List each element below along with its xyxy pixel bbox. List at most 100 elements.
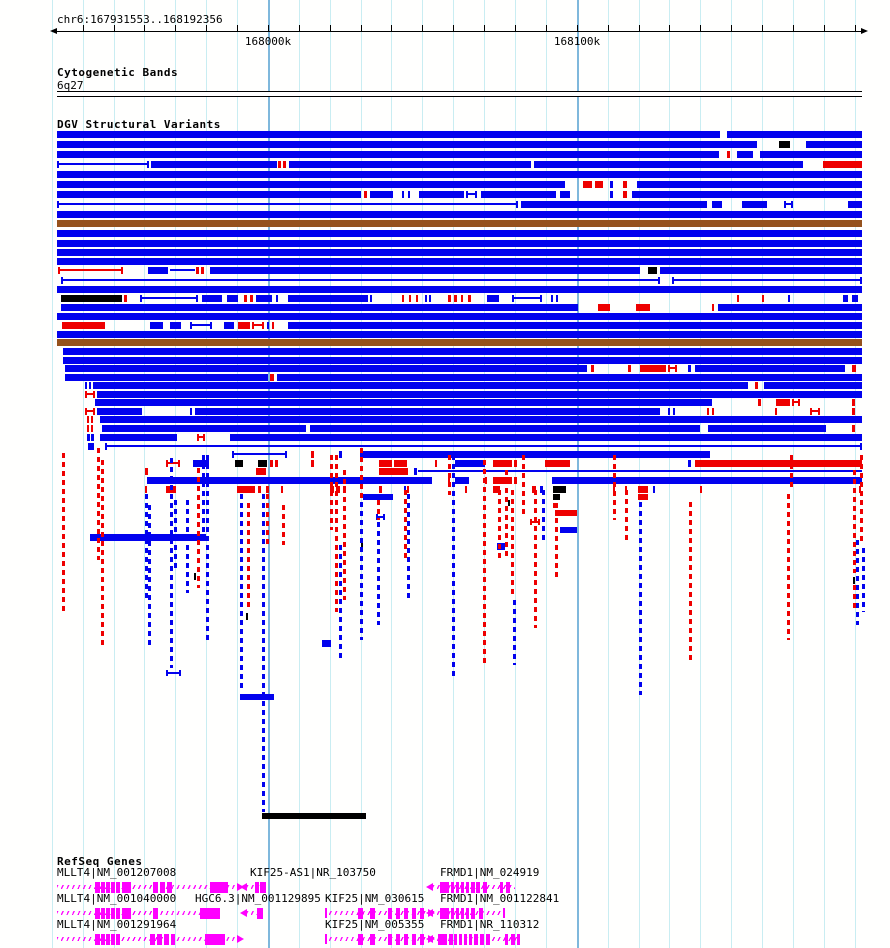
variant-bar[interactable] bbox=[278, 161, 281, 168]
variant-bar[interactable] bbox=[638, 494, 648, 500]
variant-bar[interactable] bbox=[394, 460, 407, 467]
variant-span-endtick[interactable] bbox=[675, 365, 677, 372]
variant-bar[interactable] bbox=[63, 357, 862, 364]
variant-bar[interactable] bbox=[91, 416, 93, 423]
variant-span-endtick[interactable] bbox=[179, 670, 181, 676]
variant-span-endtick[interactable] bbox=[791, 201, 793, 208]
variant-span-endtick[interactable] bbox=[512, 295, 514, 302]
variant-bar[interactable] bbox=[311, 451, 314, 458]
variant-bar[interactable] bbox=[552, 477, 862, 484]
variant-bar[interactable] bbox=[238, 322, 250, 329]
variant-bar[interactable] bbox=[760, 151, 862, 158]
variant-bar[interactable] bbox=[235, 460, 243, 467]
variant-span-endtick[interactable] bbox=[210, 322, 212, 329]
variant-bar[interactable] bbox=[455, 477, 469, 484]
variant-bar[interactable] bbox=[250, 295, 253, 302]
gene-label[interactable]: KIF25|NM_030615 bbox=[325, 893, 424, 905]
variant-bar[interactable] bbox=[288, 295, 368, 302]
variant-span-endtick[interactable] bbox=[85, 391, 87, 398]
variant-dashed-line[interactable] bbox=[542, 490, 545, 540]
variant-bar[interactable] bbox=[93, 382, 748, 389]
gene-model[interactable] bbox=[240, 907, 263, 919]
variant-bar[interactable] bbox=[275, 460, 278, 467]
variant-dashed-line[interactable] bbox=[513, 600, 516, 665]
variant-bar[interactable] bbox=[776, 399, 790, 406]
variant-dashed-line[interactable] bbox=[377, 522, 380, 625]
variant-bar[interactable] bbox=[364, 191, 367, 198]
variant-dashed-line[interactable] bbox=[282, 505, 285, 545]
variant-bar[interactable] bbox=[553, 503, 558, 508]
variant-bar[interactable] bbox=[150, 322, 163, 329]
variant-span-endtick[interactable] bbox=[818, 408, 820, 415]
gene-exon[interactable] bbox=[205, 934, 225, 945]
variant-bar[interactable] bbox=[63, 348, 862, 355]
gene-exon[interactable] bbox=[370, 934, 375, 945]
variant-bar[interactable] bbox=[87, 425, 89, 432]
variant-bar[interactable] bbox=[560, 527, 577, 533]
variant-bar[interactable] bbox=[595, 181, 603, 188]
variant-span-line[interactable] bbox=[105, 445, 862, 447]
variant-dashed-line[interactable] bbox=[856, 540, 859, 625]
variant-span-endtick[interactable] bbox=[57, 161, 59, 168]
variant-bar[interactable] bbox=[202, 295, 222, 302]
variant-span-line[interactable] bbox=[232, 453, 287, 455]
variant-span-endtick[interactable] bbox=[466, 191, 468, 198]
variant-bar[interactable] bbox=[85, 382, 87, 389]
variant-bar[interactable] bbox=[379, 460, 392, 467]
variant-span-endtick[interactable] bbox=[383, 514, 385, 520]
variant-span-endtick[interactable] bbox=[262, 322, 264, 329]
variant-bar[interactable] bbox=[196, 267, 199, 274]
variant-bar[interactable] bbox=[195, 408, 660, 415]
variant-dashed-line[interactable] bbox=[206, 455, 209, 640]
variant-span-endtick[interactable] bbox=[57, 201, 59, 208]
variant-bar[interactable] bbox=[57, 258, 862, 265]
gene-exon[interactable] bbox=[95, 934, 100, 945]
variant-bar[interactable] bbox=[429, 295, 431, 302]
variant-span-endtick[interactable] bbox=[190, 322, 192, 329]
variant-dashed-line[interactable] bbox=[186, 500, 189, 593]
variant-bar[interactable] bbox=[227, 295, 238, 302]
variant-bar[interactable] bbox=[258, 460, 267, 467]
gene-exon[interactable] bbox=[412, 934, 416, 945]
variant-thin-line[interactable] bbox=[170, 269, 195, 271]
variant-bar[interactable] bbox=[270, 374, 274, 381]
variant-bar[interactable] bbox=[65, 365, 587, 372]
variant-bar[interactable] bbox=[448, 295, 451, 302]
gene-exon[interactable] bbox=[111, 934, 115, 945]
variant-bar[interactable] bbox=[409, 295, 411, 302]
gene-exon[interactable] bbox=[164, 934, 169, 945]
variant-dashed-line[interactable] bbox=[448, 455, 451, 495]
variant-bar[interactable] bbox=[852, 295, 858, 302]
variant-bar[interactable] bbox=[65, 374, 268, 381]
variant-dashed-line[interactable] bbox=[101, 460, 104, 648]
variant-dashed-line[interactable] bbox=[148, 505, 151, 645]
variant-bar[interactable] bbox=[210, 267, 640, 274]
variant-bar[interactable] bbox=[360, 451, 710, 458]
variant-span-endtick[interactable] bbox=[530, 519, 532, 525]
gene-label[interactable]: KIF25|NM_005355 bbox=[325, 919, 424, 931]
variant-dashed-line[interactable] bbox=[522, 455, 525, 515]
variant-bar[interactable] bbox=[246, 613, 248, 620]
variant-bar[interactable] bbox=[823, 161, 862, 168]
variant-bar[interactable] bbox=[57, 339, 862, 346]
variant-bar[interactable] bbox=[170, 322, 181, 329]
variant-bar[interactable] bbox=[102, 425, 306, 432]
variant-bar[interactable] bbox=[230, 434, 862, 441]
variant-bar[interactable] bbox=[201, 267, 204, 274]
variant-dashed-line[interactable] bbox=[555, 518, 558, 578]
variant-span-endtick[interactable] bbox=[85, 408, 87, 415]
variant-bar[interactable] bbox=[311, 460, 314, 467]
variant-bar[interactable] bbox=[623, 191, 627, 198]
variant-span-endtick[interactable] bbox=[538, 519, 540, 525]
variant-bar[interactable] bbox=[100, 416, 862, 423]
variant-bar[interactable] bbox=[57, 286, 862, 293]
gene-exon[interactable] bbox=[257, 908, 263, 919]
variant-dashed-line[interactable] bbox=[483, 460, 486, 665]
variant-bar[interactable] bbox=[57, 240, 862, 247]
variant-bar[interactable] bbox=[764, 382, 862, 389]
variant-bar[interactable] bbox=[493, 477, 512, 484]
variant-dashed-line[interactable] bbox=[335, 455, 338, 612]
variant-bar[interactable] bbox=[695, 460, 862, 467]
variant-bar[interactable] bbox=[708, 425, 826, 432]
variant-dashed-line[interactable] bbox=[174, 500, 177, 570]
